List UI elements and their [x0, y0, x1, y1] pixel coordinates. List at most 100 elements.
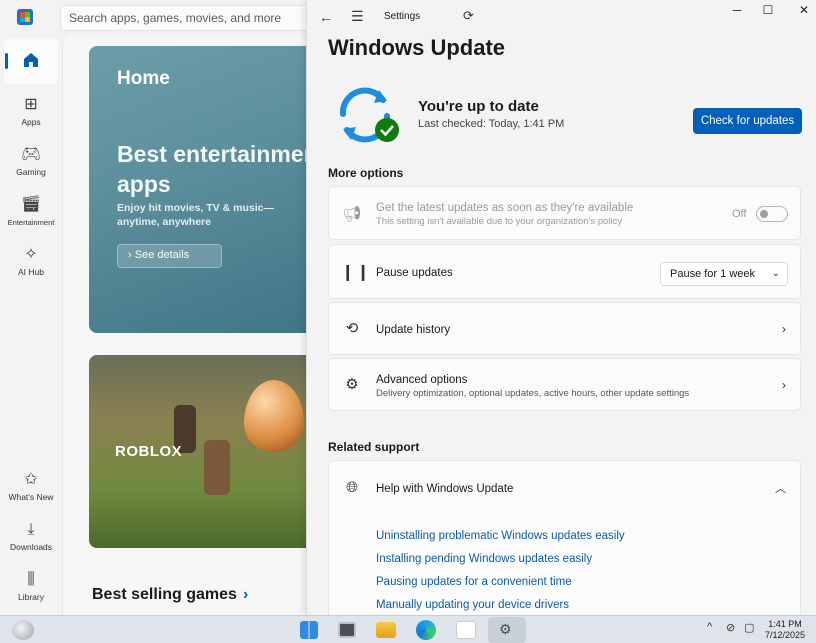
task-view-icon[interactable]	[338, 622, 356, 638]
downloads-icon: ⤓	[27, 521, 35, 538]
gaming-icon: 🎮︎	[21, 146, 42, 163]
home-icon	[23, 52, 39, 68]
ai-hub-icon: ✧	[24, 246, 38, 263]
whats-new-icon: ✩	[24, 471, 38, 488]
megaphone-icon: 📢︎	[342, 206, 362, 223]
update-history-row[interactable]: ⟲ Update history ›	[328, 302, 801, 355]
best-selling-link[interactable]: Best selling games ›	[92, 586, 248, 604]
chevron-up-icon: ︿	[775, 483, 786, 495]
clock-time: 1:41 PM	[768, 619, 802, 629]
hero-subtitle: Enjoy hit movies, TV & music—anytime, an…	[117, 202, 274, 228]
pause-duration-select[interactable]: Pause for 1 week ⌄	[660, 262, 788, 286]
page-title: Windows Update	[328, 35, 506, 60]
clock-date: 7/12/2025	[765, 630, 806, 640]
sidebar-item-label: Gaming	[16, 167, 46, 177]
update-history-title: Update history	[376, 324, 451, 336]
roblox-promo-card[interactable]: ROBLOX	[89, 355, 319, 548]
sidebar-item-entertainment[interactable]: 🎬︎ Entertainment	[4, 191, 58, 237]
pause-updates-row: ❙❙ Pause updates Pause for 1 week ⌄	[328, 244, 801, 299]
sidebar-item-label: Downloads	[9, 542, 53, 552]
search-refresh-icon[interactable]: ⟳	[463, 8, 474, 24]
back-arrow-icon[interactable]: ←	[319, 9, 333, 25]
pause-icon: ❙❙	[341, 264, 372, 281]
file-explorer-icon[interactable]	[376, 622, 396, 638]
last-checked-text: Last checked: Today, 1:41 PM	[418, 118, 565, 130]
help-link[interactable]: Uninstalling problematic Windows updates…	[376, 530, 625, 542]
help-link[interactable]: Installing pending Windows updates easil…	[376, 553, 592, 565]
advanced-options-desc: Delivery optimization, optional updates,…	[376, 388, 690, 399]
sidebar-item-label: AI Hub	[18, 267, 44, 277]
chevron-right-icon: ›	[242, 586, 249, 603]
speaker-icon[interactable]: ▢	[744, 621, 754, 634]
latest-updates-title: Get the latest updates as soon as they'r…	[376, 202, 634, 214]
more-options-heading: More options	[328, 166, 404, 180]
help-title: Help with Windows Update	[376, 483, 514, 495]
latest-updates-row: 📢︎ Get the latest updates as soon as the…	[328, 186, 801, 240]
latest-updates-desc: This setting isn't available due to your…	[376, 216, 623, 227]
hamburger-menu-icon[interactable]: ☰	[351, 8, 364, 25]
library-icon: ⫼	[27, 571, 35, 588]
taskbar: ⚙︎	[0, 615, 816, 643]
settings-icon[interactable]: ⚙︎	[488, 617, 526, 643]
close-button[interactable]: ✕	[789, 2, 816, 20]
sidebar-item-home[interactable]	[4, 38, 58, 84]
advanced-options-title: Advanced options	[376, 374, 468, 386]
sidebar-item-library[interactable]: ⫼ Library	[4, 566, 58, 612]
chevron-right-icon: ›	[782, 322, 786, 336]
sidebar-item-whats-new[interactable]: ✩ What's New	[4, 466, 58, 512]
chevron-down-icon: ⌄	[771, 268, 780, 279]
window-title: Settings	[384, 11, 421, 22]
hero-title: Home	[117, 68, 170, 89]
globe-icon: 🌐︎	[345, 479, 358, 496]
related-support-heading: Related support	[328, 440, 420, 454]
latest-updates-toggle[interactable]	[756, 206, 788, 222]
hero-banner[interactable]: Home Best entertainment apps Enjoy hit m…	[89, 46, 319, 333]
network-icon[interactable]: ⊘	[726, 621, 735, 634]
gears-icon: ⚙︎	[345, 376, 359, 393]
sidebar-item-gaming[interactable]: 🎮︎ Gaming	[4, 141, 58, 187]
gear-icon: ⚙︎	[499, 621, 512, 637]
see-details-button[interactable]: › See details	[117, 244, 222, 268]
store-search-input[interactable]: Search apps, games, movies, and more	[60, 5, 310, 31]
minimize-button[interactable]: ─	[722, 2, 752, 20]
roblox-logo: ROBLOX	[115, 443, 183, 460]
status-title: You're up to date	[418, 98, 539, 115]
sidebar-item-apps[interactable]: ⊞ Apps	[4, 91, 58, 137]
sync-status-icon	[333, 84, 403, 144]
edge-icon[interactable]	[416, 620, 436, 640]
history-icon: ⟲	[345, 320, 359, 337]
chevron-up-icon[interactable]: ^	[707, 621, 712, 633]
sidebar-item-label: Entertainment	[7, 218, 55, 227]
sidebar-item-downloads[interactable]: ⤓ Downloads	[4, 516, 58, 562]
character-artwork	[204, 440, 230, 495]
pause-duration-value: Pause for 1 week	[670, 268, 755, 280]
advanced-options-row[interactable]: ⚙︎ Advanced options Delivery optimizatio…	[328, 358, 801, 411]
store-icon[interactable]	[456, 621, 476, 639]
egg-artwork	[244, 380, 304, 452]
toggle-state-label: Off	[732, 208, 747, 220]
maximize-button[interactable]: ☐	[753, 2, 783, 20]
sidebar-item-label: Apps	[21, 117, 41, 127]
check-for-updates-button[interactable]: Check for updates	[693, 108, 802, 134]
store-sidebar: ⊞ Apps 🎮︎ Gaming 🎬︎ Entertainment ✧ AI H…	[0, 36, 62, 616]
help-link[interactable]: Pausing updates for a convenient time	[376, 576, 572, 588]
entertainment-icon: 🎬︎	[21, 196, 42, 213]
apps-icon: ⊞	[24, 96, 38, 113]
see-details-label: See details	[134, 249, 190, 261]
clock[interactable]: 1:41 PM 7/12/2025	[765, 619, 805, 641]
chevron-right-icon: ›	[128, 249, 135, 261]
sidebar-item-label: What's New	[8, 492, 54, 502]
store-logo-icon	[17, 9, 33, 25]
help-link[interactable]: Manually updating your device drivers	[376, 599, 569, 611]
sidebar-item-label: Library	[18, 592, 44, 602]
sidebar-item-ai-hub[interactable]: ✧ AI Hub	[4, 241, 58, 287]
hero-headline: Best entertainment apps	[117, 141, 319, 197]
help-links-panel: Uninstalling problematic Windows updates…	[328, 513, 801, 615]
help-windows-update-expander[interactable]: 🌐︎ Help with Windows Update ︿	[328, 460, 801, 514]
start-icon[interactable]	[300, 621, 318, 639]
settings-window: ← ☰ Settings ⟳ ─ ☐ ✕ Windows Update You'…	[306, 0, 816, 615]
weather-icon[interactable]	[12, 620, 34, 640]
pause-updates-title: Pause updates	[376, 267, 453, 279]
chevron-right-icon: ›	[782, 378, 786, 392]
settings-titlebar: ← ☰ Settings ⟳ ─ ☐ ✕	[307, 0, 816, 32]
